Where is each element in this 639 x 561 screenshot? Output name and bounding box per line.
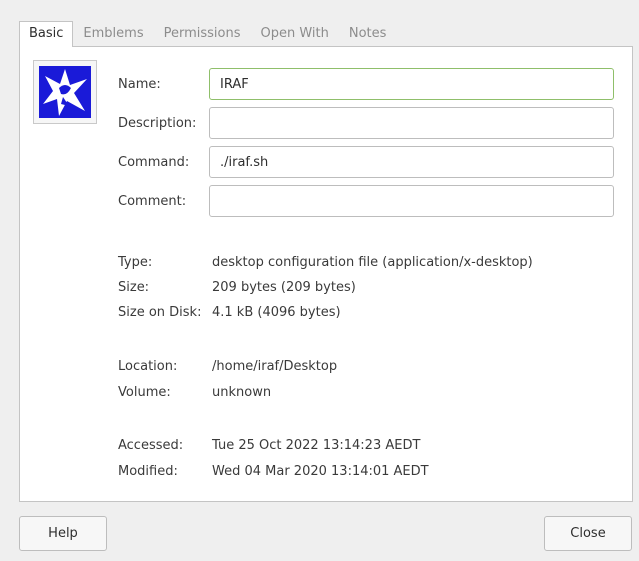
comment-input[interactable] [209,185,614,217]
location-label: Location: [118,359,178,374]
modified-label: Modified: [118,464,178,479]
tab-permissions[interactable]: Permissions [154,22,251,46]
tab-emblems[interactable]: Emblems [73,22,153,46]
description-label: Description: [118,116,197,131]
description-input[interactable] [209,107,614,139]
tab-basic[interactable]: Basic [19,21,74,47]
tab-notes[interactable]: Notes [339,22,397,46]
help-button[interactable]: Help [19,516,107,551]
accessed-label: Accessed: [118,438,184,453]
file-properties-dialog: Basic Emblems Permissions Open With Note… [0,0,639,561]
tab-bar: Basic Emblems Permissions Open With Note… [19,21,397,47]
size-on-disk-value: 4.1 kB (4096 bytes) [212,305,341,320]
tab-open-with[interactable]: Open With [251,22,339,46]
app-icon-button[interactable] [33,60,97,124]
name-input[interactable] [209,68,614,100]
size-on-disk-label: Size on Disk: [118,305,202,320]
size-value: 209 bytes (209 bytes) [212,280,356,295]
command-label: Command: [118,155,190,170]
close-button[interactable]: Close [544,516,632,551]
accessed-value: Tue 25 Oct 2022 13:14:23 AEDT [212,438,421,453]
iraf-app-icon [39,66,91,118]
type-label: Type: [118,255,153,270]
command-input[interactable] [209,146,614,178]
size-label: Size: [118,280,150,295]
volume-label: Volume: [118,385,171,400]
modified-value: Wed 04 Mar 2020 13:14:01 AEDT [212,464,429,479]
basic-tab-panel: Name: Description: Command: Comment: Typ… [19,46,633,502]
name-label: Name: [118,77,161,92]
type-value: desktop configuration file (application/… [212,255,533,270]
comment-label: Comment: [118,194,187,209]
volume-value: unknown [212,385,272,400]
location-value: /home/iraf/Desktop [212,359,338,374]
